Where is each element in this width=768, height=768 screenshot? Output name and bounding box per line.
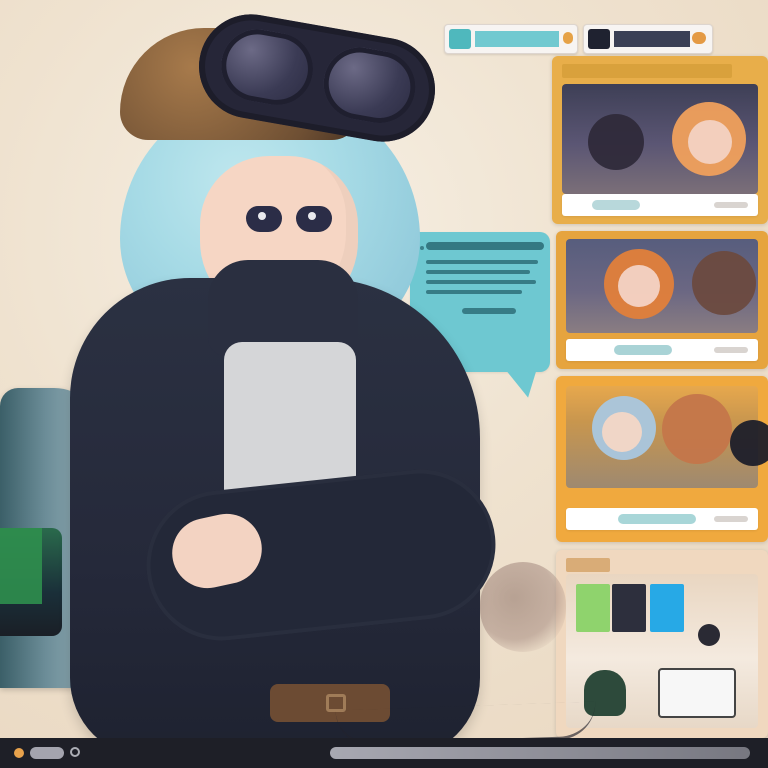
color-swatch — [612, 584, 646, 632]
card-strip — [562, 194, 758, 216]
card-strip — [566, 339, 758, 361]
strip-placeholder — [614, 345, 672, 355]
portrait-shape — [588, 114, 644, 170]
card-image — [566, 386, 768, 488]
bottom-bar — [0, 738, 768, 768]
card-strip — [566, 508, 758, 530]
device-screen-panel — [0, 528, 42, 604]
strip-placeholder — [592, 200, 640, 210]
top-tab-right[interactable] — [583, 24, 713, 54]
goggle-lens — [317, 41, 422, 129]
feed-card-1[interactable] — [552, 56, 768, 224]
goggle-lens — [215, 23, 319, 111]
strip-placeholder — [618, 514, 696, 524]
portrait-shape — [688, 120, 732, 164]
strip-actions — [714, 347, 748, 353]
info-icon[interactable] — [70, 747, 80, 757]
character-illustration — [48, 6, 503, 768]
app-tab-icon — [588, 29, 610, 49]
card-image — [566, 239, 758, 333]
laptop-screen — [658, 668, 736, 718]
bottom-left-brand — [0, 738, 120, 768]
portrait-shape — [730, 420, 768, 466]
portrait-shape — [692, 251, 756, 315]
brand-text-placeholder — [30, 747, 64, 759]
card-header-placeholder — [566, 558, 610, 572]
tab-status-dot — [692, 32, 706, 44]
person-shape — [698, 624, 720, 646]
eye — [246, 206, 282, 232]
tab-status-dot — [563, 32, 573, 44]
illustration-canvas — [0, 0, 768, 768]
ticker-text-placeholder — [330, 747, 750, 759]
strip-actions — [714, 202, 748, 208]
portrait-shape — [662, 394, 732, 464]
portrait-shape — [618, 265, 660, 307]
smoke-smudge — [480, 562, 566, 652]
strip-actions — [714, 516, 748, 522]
tab-text-placeholder — [614, 31, 690, 47]
card-header-placeholder — [562, 64, 732, 78]
feed-card-2[interactable] — [556, 231, 768, 369]
color-swatch — [650, 584, 684, 632]
portrait-shape — [602, 412, 642, 452]
feed-card-3[interactable] — [556, 376, 768, 542]
card-image — [562, 84, 758, 194]
color-swatch — [576, 584, 610, 632]
logo-icon — [14, 748, 24, 758]
eye — [296, 206, 332, 232]
